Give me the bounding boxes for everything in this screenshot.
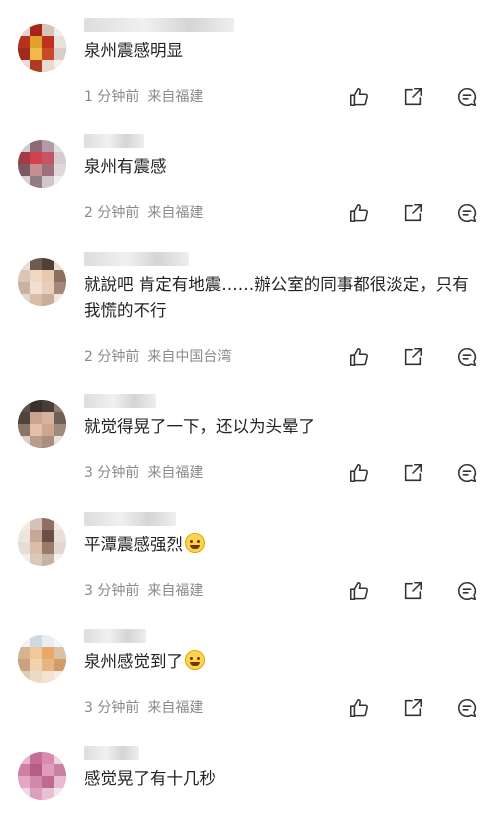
comment-time: 1 分钟前 [84, 89, 140, 105]
comment-item: 泉州震感明显 1 分钟前 来自福建 [0, 18, 500, 124]
repost-button[interactable] [402, 580, 424, 602]
like-button[interactable] [348, 346, 370, 368]
comment-text: 感觉晃了有十几秒 [84, 769, 216, 788]
thumbs-up-icon [349, 463, 368, 483]
share-arrow-icon [404, 87, 423, 106]
comment-text: 就說吧 肯定有地震……辦公室的同事都很淡定，只有我慌的不行 [84, 275, 469, 320]
reply-button[interactable] [456, 346, 478, 368]
share-arrow-icon [404, 203, 423, 222]
avatar[interactable] [18, 140, 66, 188]
comment-item: 泉州感觉到了 3 分钟前 来自福建 [0, 629, 500, 735]
comment-actions [348, 580, 478, 602]
comment-text: 泉州感觉到了 [84, 649, 480, 675]
avatar[interactable] [18, 635, 66, 683]
comment-text-content: 泉州感觉到了 [84, 652, 183, 671]
comment-meta: 2 分钟前 来自中国台湾 [84, 348, 231, 366]
comment-meta: 2 分钟前 来自福建 [84, 204, 203, 222]
username-blurred[interactable] [84, 252, 189, 266]
username-blurred[interactable] [84, 746, 139, 760]
comment-bubble-icon [458, 87, 477, 107]
comment-actions [348, 462, 478, 484]
comment-bubble-icon [458, 463, 477, 483]
repost-button[interactable] [402, 346, 424, 368]
comment-location: 来自福建 [147, 583, 204, 599]
like-button[interactable] [348, 697, 370, 719]
share-arrow-icon [404, 463, 423, 482]
thumbs-up-icon [349, 87, 368, 107]
crying-emoji [185, 650, 205, 670]
thumbs-up-icon [349, 347, 368, 367]
comment-text: 泉州有震感 [84, 157, 167, 176]
comment-actions [348, 86, 478, 108]
avatar[interactable] [18, 24, 66, 72]
comment-meta: 3 分钟前 来自福建 [84, 582, 203, 600]
comment-time: 2 分钟前 [84, 205, 140, 221]
thumbs-up-icon [349, 203, 368, 223]
comment-meta: 3 分钟前 来自福建 [84, 464, 203, 482]
comment-time: 3 分钟前 [84, 700, 140, 716]
reply-button[interactable] [456, 580, 478, 602]
like-button[interactable] [348, 202, 370, 224]
reply-button[interactable] [456, 462, 478, 484]
comment-time: 3 分钟前 [84, 583, 140, 599]
comment-bubble-icon [458, 347, 477, 367]
comment-bubble-icon [458, 581, 477, 601]
like-button[interactable] [348, 86, 370, 108]
comment-text-content: 平潭震感强烈 [84, 535, 183, 554]
comment-location: 来自福建 [147, 89, 204, 105]
comment-meta: 1 分钟前 来自福建 [84, 88, 203, 106]
like-button[interactable] [348, 462, 370, 484]
comment-actions [348, 697, 478, 719]
reply-button[interactable] [456, 697, 478, 719]
comment-meta: 3 分钟前 来自福建 [84, 699, 203, 717]
repost-button[interactable] [402, 462, 424, 484]
share-arrow-icon [404, 698, 423, 717]
comment-bubble-icon [458, 203, 477, 223]
comment-item: 泉州有震感 2 分钟前 来自福建 [0, 134, 500, 240]
username-blurred[interactable] [84, 18, 234, 32]
comment-item: 平潭震感强烈 3 分钟前 来自福建 [0, 512, 500, 618]
share-arrow-icon [404, 347, 423, 366]
avatar[interactable] [18, 400, 66, 448]
comment-text: 就觉得晃了一下，还以为头晕了 [84, 417, 315, 436]
reply-button[interactable] [456, 202, 478, 224]
comment-location: 来自福建 [147, 205, 204, 221]
comment-item: 就說吧 肯定有地震……辦公室的同事都很淡定，只有我慌的不行 2 分钟前 来自中国… [0, 252, 500, 382]
avatar[interactable] [18, 518, 66, 566]
repost-button[interactable] [402, 697, 424, 719]
avatar[interactable] [18, 258, 66, 306]
comment-bubble-icon [458, 698, 477, 718]
comment-location: 来自福建 [147, 465, 204, 481]
comment-time: 2 分钟前 [84, 349, 140, 365]
comment-item: 就觉得晃了一下，还以为头晕了 3 分钟前 来自福建 [0, 394, 500, 500]
comment-item: 感觉晃了有十几秒 [0, 746, 500, 816]
reply-button[interactable] [456, 86, 478, 108]
thumbs-up-icon [349, 581, 368, 601]
repost-button[interactable] [402, 202, 424, 224]
comment-list: 泉州震感明显 1 分钟前 来自福建 泉州有震感 2 分钟前 来自福建 就說吧 肯… [0, 0, 500, 816]
username-blurred[interactable] [84, 512, 176, 526]
comment-time: 3 分钟前 [84, 465, 140, 481]
share-arrow-icon [404, 581, 423, 600]
laugh-cry-emoji [185, 533, 205, 553]
username-blurred[interactable] [84, 134, 144, 148]
comment-actions [348, 346, 478, 368]
comment-text: 泉州震感明显 [84, 41, 183, 60]
comment-actions [348, 202, 478, 224]
comment-location: 来自福建 [147, 700, 204, 716]
username-blurred[interactable] [84, 394, 156, 408]
username-blurred[interactable] [84, 629, 146, 643]
comment-text: 平潭震感强烈 [84, 532, 480, 558]
comment-location: 来自中国台湾 [147, 349, 232, 365]
avatar[interactable] [18, 752, 66, 800]
thumbs-up-icon [349, 698, 368, 718]
repost-button[interactable] [402, 86, 424, 108]
like-button[interactable] [348, 580, 370, 602]
